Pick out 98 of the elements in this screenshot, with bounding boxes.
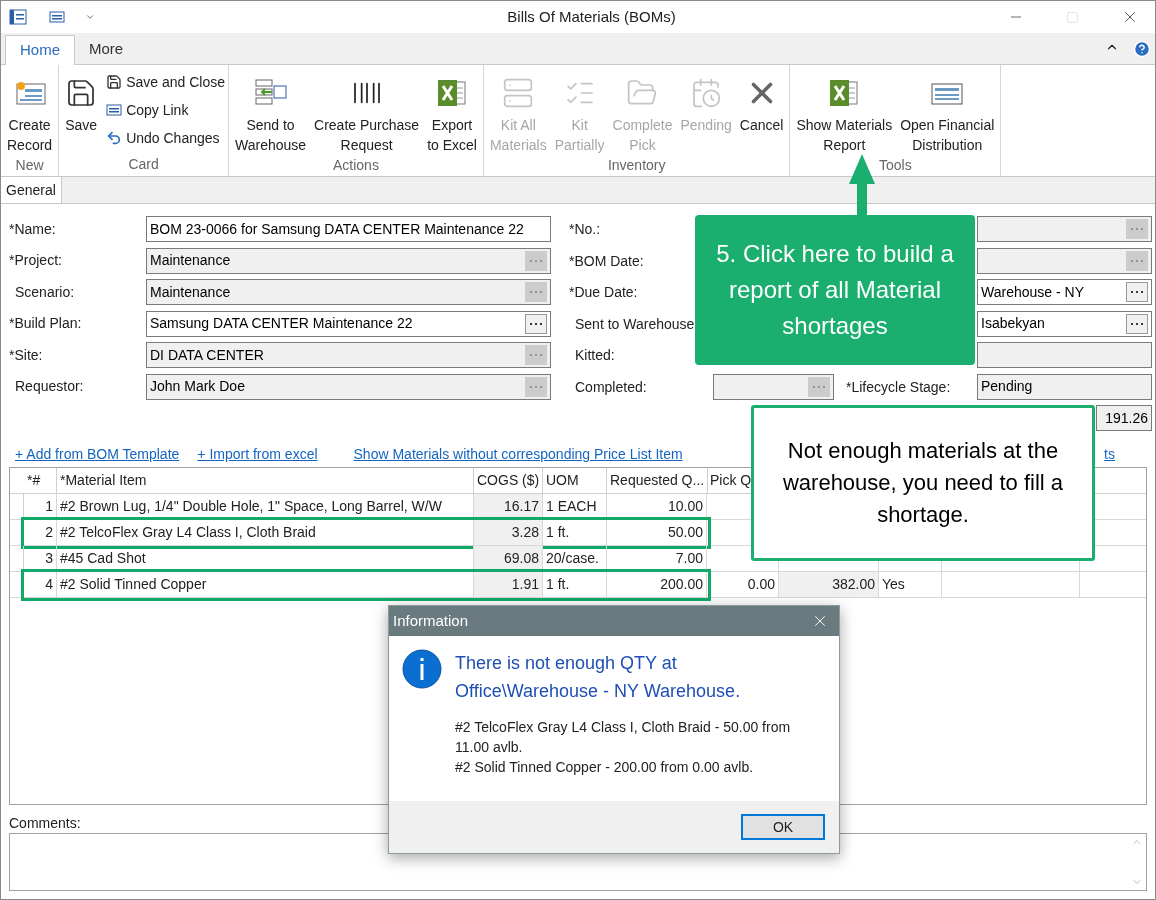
table-row[interactable]: 4 #2 Solid Tinned Copper 1.91 1 ft. 200.00 0.00 382.00 Yes [10, 572, 1146, 598]
table-cell: 1 ft. [543, 520, 607, 545]
action-link[interactable]: + Add from BOM Template [15, 443, 180, 465]
table-cell: 10.00 [607, 494, 707, 519]
table-cell: 2 [24, 520, 57, 545]
more-icon [1131, 290, 1143, 294]
table-cell: 20/case. [543, 546, 607, 571]
save-close-icon [106, 74, 123, 90]
table-cell: 4 [24, 572, 57, 597]
group-label: New [14, 156, 45, 175]
column-header[interactable]: COGS ($) [474, 468, 544, 493]
group-label: Actions [332, 156, 380, 175]
more-icon [1131, 321, 1143, 326]
callout: Not enough materials at the warehouse, you need to fill a shortage. [751, 405, 1095, 561]
ribbon-tab[interactable]: Home [5, 35, 75, 65]
group-label: Inventory [606, 156, 667, 175]
more-icon [1131, 227, 1143, 231]
more-icon [530, 321, 542, 326]
lookup-button[interactable] [1126, 282, 1148, 302]
dialog-message: #2 TelcoFlex Gray L4 Class I, Cloth Braid - 50.00 from 11.00 avlb. [455, 718, 792, 757]
ribbon-button[interactable]: Send to Warehouse [232, 71, 310, 155]
ribbon-button[interactable]: Show Materials Report [793, 71, 896, 155]
ribbon-button[interactable]: Create Purchase Request [311, 71, 423, 155]
ribbon-button[interactable]: Open Financial Distribution [897, 71, 998, 155]
customize-icon[interactable] [85, 12, 95, 22]
dialog-heading: There is not enough QTY at Office\Warehouse - NY Warehouse. [455, 652, 742, 703]
more-icon [1131, 258, 1143, 263]
table-cell: 3.28 [474, 520, 543, 545]
field-label: *No.: [569, 221, 601, 237]
ribbon-button[interactable]: Cancel [736, 71, 787, 155]
field-label: *Project: [9, 251, 63, 270]
field-label: Kitted: [574, 347, 615, 363]
server-icon [502, 77, 535, 109]
table-cell: 1 EACH [543, 494, 607, 519]
comments-label: Comments: [9, 814, 81, 831]
undo-icon [106, 130, 123, 146]
column-header[interactable]: *# [24, 468, 57, 493]
more-icon [530, 290, 542, 294]
column-header[interactable]: Requested Q... [607, 468, 709, 493]
lookup-field[interactable]: Samsung DATA CENTER Maintenance 22 [146, 310, 551, 337]
form-icon[interactable] [9, 9, 27, 25]
field-label: *Site: [9, 345, 44, 365]
table-cell: 16.17 [474, 494, 543, 519]
field-label: *Due Date: [569, 284, 638, 300]
text-field[interactable]: BOM 23-0066 for Samsung DATA CENTER Maintenance 22 [146, 216, 551, 242]
group-label: Card [127, 155, 160, 174]
table-cell: 382.00 [779, 572, 879, 597]
more-icon [530, 384, 542, 389]
window-title: Bills Of Materials (BOMs) [506, 6, 677, 27]
lookup-button[interactable] [1126, 313, 1148, 334]
info-icon [402, 649, 442, 689]
field-label: Sent to Warehouse [574, 315, 695, 332]
table-cell: 69.08 [474, 546, 543, 571]
table-cell: 1 ft. [543, 572, 607, 597]
ribbon-button[interactable]: Create Record [4, 71, 56, 155]
action-link[interactable]: Show Materials without corresponding Price List Item [353, 443, 683, 465]
field-label: Completed: [574, 378, 647, 395]
ribbon-button[interactable]: Save [62, 71, 101, 154]
field-label: *Lifecycle Stage: [846, 378, 951, 395]
ribbon-tab[interactable]: More [75, 34, 138, 64]
table-cell: 1.91 [474, 572, 543, 597]
field-label: Requestor: [14, 377, 85, 396]
up-arrow [849, 154, 875, 216]
table-cell: 50.00 [607, 520, 707, 545]
table-cell: Yes [879, 572, 942, 597]
action-link[interactable]: ts [1104, 443, 1115, 465]
field-label: Scenario: [14, 282, 76, 302]
ok-button[interactable]: OK [741, 814, 825, 840]
calendar-clock-icon [690, 77, 723, 109]
copy-link-icon [49, 9, 65, 25]
form-tab[interactable]: General [1, 177, 62, 203]
more-icon [813, 384, 825, 389]
table-cell: 1 [24, 494, 57, 519]
column-header[interactable]: UOM [543, 468, 607, 493]
callout: 5. Click here to build a report of all Material shortages [695, 215, 975, 365]
more-icon [530, 258, 542, 263]
lookup-button[interactable] [525, 313, 547, 334]
table-cell: 7.00 [607, 546, 707, 571]
table-cell: 200.00 [607, 572, 707, 597]
column-header[interactable]: *Material Item [57, 468, 474, 493]
maximize-icon [1066, 10, 1079, 24]
lookup-field[interactable]: Isabekyan [977, 310, 1152, 337]
dialog-message: #2 Solid Tinned Copper - 200.00 from 0.00 avlb. [455, 758, 755, 777]
link-icon [106, 102, 123, 118]
field-label: *Build Plan: [9, 314, 83, 333]
more-icon [530, 353, 542, 357]
help-icon[interactable] [1133, 40, 1151, 58]
ribbon-button[interactable]: Export to Excel [424, 71, 480, 155]
table-cell: 3 [24, 546, 57, 571]
group-label: Tools [878, 156, 913, 175]
ribbon-button[interactable]: Undo Changes [106, 127, 225, 149]
dialog-title: Information [393, 610, 470, 631]
ribbon-button[interactable]: Save and Close [106, 71, 225, 93]
ribbon-button[interactable]: Copy Link [106, 99, 225, 121]
field-label: *Name: [9, 219, 57, 239]
lookup-field[interactable]: Warehouse - NY [977, 279, 1152, 305]
action-link[interactable]: + Import from excel [197, 443, 318, 465]
field-label: *BOM Date: [569, 252, 644, 269]
